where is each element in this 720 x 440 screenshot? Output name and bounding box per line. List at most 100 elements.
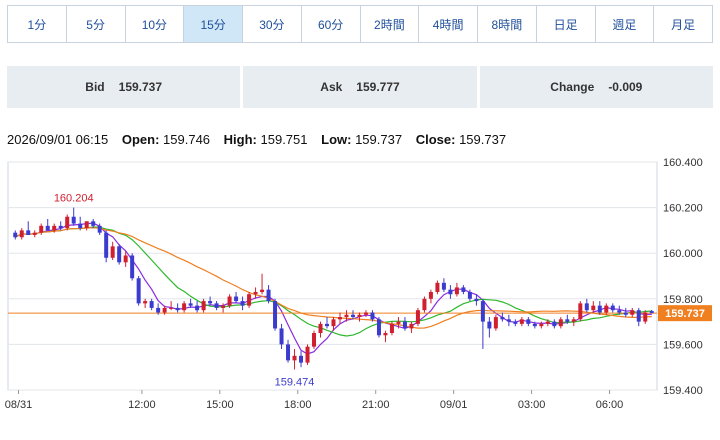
candle-body [474,298,479,302]
tab-timeframe-8[interactable]: 8時間 [478,6,537,42]
candle-body [305,346,310,363]
candle-body [448,289,453,295]
candle-body [513,321,518,324]
x-tick-label: 18:00 [284,399,312,411]
candle-body [506,319,511,322]
candle-body [195,305,200,311]
candle-body [337,317,342,320]
candle-body [493,317,498,329]
candle-body [71,216,76,224]
tab-timeframe-3[interactable]: 15分 [184,6,243,42]
candle-body [396,321,401,324]
tab-timeframe-0[interactable]: 1分 [8,6,67,42]
candlestick-chart[interactable]: 160.400 160.200 160.000 159.800 159.600 159.4… [0,150,720,440]
candle-body [545,321,550,324]
x-tick-label: 08/31 [5,399,33,411]
candle-body [52,225,57,231]
low-value: 159.737 [355,132,403,147]
candle-body [253,291,258,295]
candle-body [526,319,531,324]
candle-body [558,319,563,327]
low-label: Low: [321,132,352,147]
candle-body [636,310,641,322]
candle-body [604,305,609,313]
candle-body [19,230,24,238]
candle-body [123,255,128,263]
candle-body [532,323,537,327]
candle-body [630,310,635,315]
tab-timeframe-11[interactable]: 月足 [654,6,712,42]
tab-timeframe-7[interactable]: 4時間 [419,6,478,42]
candle-body [273,301,278,329]
candle-body [208,301,213,304]
candle-body [578,303,583,320]
candle-body [97,225,102,233]
tab-timeframe-4[interactable]: 30分 [243,6,302,42]
candle-body [350,314,355,318]
candle-body [552,321,557,327]
candle-body [467,291,472,299]
candle-body [130,255,135,279]
tab-timeframe-2[interactable]: 10分 [126,6,185,42]
candle-body [58,225,63,229]
tab-timeframe-1[interactable]: 5分 [67,6,126,42]
y-tick-label: 159.600 [663,339,703,351]
ask-label: Ask [320,80,343,94]
candle-body [45,225,50,231]
y-tick-label: 160.000 [663,248,703,260]
x-tick-label: 09/01 [440,399,468,411]
plot-area [7,161,658,391]
candle-body [312,333,317,347]
candle-body [240,301,245,306]
candle-body [519,319,524,324]
candle-body [565,319,570,322]
ohlc-time: 2026/09/01 06:15 [7,132,109,147]
candle-body [409,323,414,329]
candle-body [383,333,388,336]
candle-body [357,314,362,318]
candle-body [279,328,284,345]
candle-body [84,221,89,229]
x-tick-label: 21:00 [362,399,390,411]
ask-box: Ask 159.777 [243,66,477,108]
candle-body [597,305,602,313]
candle-body [260,289,265,292]
tab-timeframe-9[interactable]: 日足 [537,6,596,42]
open-label: Open: [121,132,160,147]
quote-bar: Bid 159.737 Ask 159.777 Change -0.009 [7,66,713,108]
y-tick-label: 160.400 [663,157,703,169]
candle-body [247,294,252,306]
x-tick-label: 03:00 [518,399,546,411]
candle-body [539,323,544,327]
candle-body [643,312,648,322]
y-tick-label: 160.200 [663,203,703,215]
y-tick-label: 159.400 [663,385,703,397]
candle-body [344,314,349,318]
candle-body [162,307,167,313]
ohlc-readout: 2026/09/01 06:15 Open: 159.746 High: 159… [7,132,506,147]
high-annotation: 160.204 [54,193,94,205]
candle-body [584,303,589,311]
candle-body [623,312,628,315]
bid-box: Bid 159.737 [7,66,241,108]
candle-body [428,291,433,299]
candle-body [39,225,44,233]
open-value: 159.746 [163,132,211,147]
tab-timeframe-6[interactable]: 2時間 [361,6,420,42]
low-annotation: 159.474 [275,376,315,388]
candle-body [617,310,622,313]
tab-timeframe-10[interactable]: 週足 [596,6,655,42]
candle-body [110,246,115,258]
candle-body [286,344,291,361]
candle-body [214,303,219,308]
candle-body [389,323,394,333]
candle-body [156,307,161,313]
close-label: Close: [415,132,456,147]
candle-body [441,282,446,290]
timeframe-tabs: 1分 5分 10分 15分 30分 60分 2時間 4時間 8時間 日足 週足 月足 [7,5,713,43]
high-value: 159.751 [260,132,308,147]
candle-body [370,312,375,320]
candle-body [175,307,180,311]
bid-value: 159.737 [118,80,163,94]
tab-timeframe-5[interactable]: 60分 [302,6,361,42]
